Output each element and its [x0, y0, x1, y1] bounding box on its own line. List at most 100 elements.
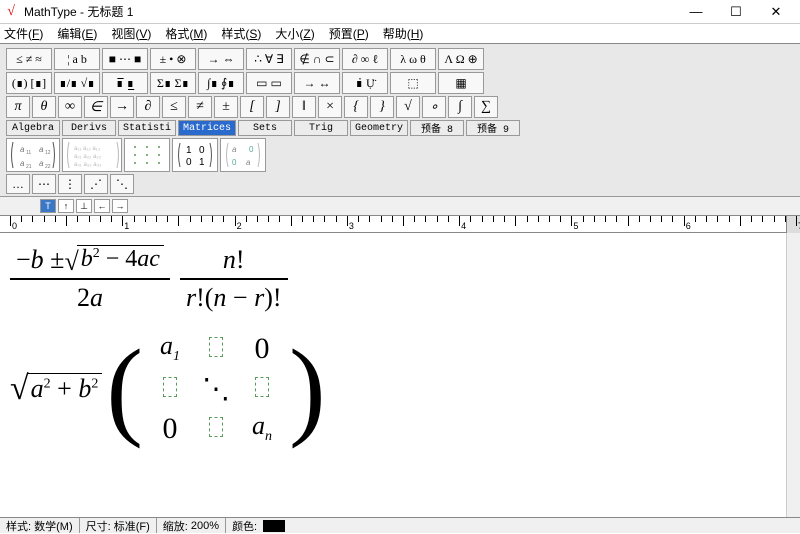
menu-h[interactable]: 帮助(H)	[383, 25, 424, 42]
menu-s[interactable]: 样式(S)	[221, 25, 261, 42]
svg-text:a: a	[20, 145, 25, 154]
row1-btn-6[interactable]: ∉ ∩ ⊂	[294, 48, 340, 70]
minimize-button[interactable]: —	[676, 1, 716, 23]
smallbar-btn-1[interactable]: θ	[32, 96, 56, 118]
row2-btn-9[interactable]: ▦	[438, 72, 484, 94]
alignment-toolbar: T ↑ ⊥ ← →	[0, 197, 800, 215]
smallbar-btn-9[interactable]: [	[240, 96, 264, 118]
smallbar-btn-13[interactable]: {	[344, 96, 368, 118]
tab-derivs[interactable]: Derivs	[62, 120, 116, 136]
row2-btn-3[interactable]: Σ∎ Σ∎	[150, 72, 196, 94]
ruler-label: 0	[12, 221, 17, 231]
binomial-formula[interactable]: n! r!(n − r)!	[180, 245, 288, 313]
matrix-placeholder-icon[interactable]	[163, 377, 177, 397]
row2-btn-6[interactable]: → ↔	[294, 72, 340, 94]
app-name: MathType	[24, 5, 77, 19]
menu-f[interactable]: 文件(F)	[4, 25, 43, 42]
align-tool-5[interactable]: →	[112, 199, 128, 213]
svg-text:a: a	[39, 145, 44, 154]
tab-matrices[interactable]: Matrices	[178, 120, 236, 136]
smallbar-btn-7[interactable]: ≠	[188, 96, 212, 118]
smallbar-btn-15[interactable]: √	[396, 96, 420, 118]
smallbar-btn-0[interactable]: π	[6, 96, 30, 118]
menu-v[interactable]: 视图(V)	[111, 25, 151, 42]
svg-text:0: 0	[199, 145, 205, 156]
matrix-template-2[interactable]: a₁₁ a₁₂ a₁₃a₂₁ a₂₂ a₂₃a₃₁ a₃₂ a₃₃	[62, 138, 122, 172]
align-tool-2[interactable]: ↑	[58, 199, 74, 213]
smallbar-btn-10[interactable]: ]	[266, 96, 290, 118]
smallbar-btn-12[interactable]: ×	[318, 96, 342, 118]
svg-text:0: 0	[232, 158, 237, 167]
svg-text:a₃₁ a₃₂ a₃₃: a₃₁ a₃₂ a₃₃	[74, 162, 102, 168]
row2-btn-2[interactable]: ∎̅ ∎̲	[102, 72, 148, 94]
row2-btn-1[interactable]: ∎/∎ √∎	[54, 72, 100, 94]
row1-btn-0[interactable]: ≤ ≠ ≈	[6, 48, 52, 70]
editor-area[interactable]: −b ± √b2 − 4ac 2a n! r!(n − r)! √a2 + b2…	[0, 233, 800, 521]
row1-btn-5[interactable]: ∴ ∀ ∃	[246, 48, 292, 70]
tab-trig[interactable]: Trig	[294, 120, 348, 136]
row2-btn-0[interactable]: (∎) [∎]	[6, 72, 52, 94]
smallbar-btn-14[interactable]: }	[370, 96, 394, 118]
svg-text:11: 11	[26, 150, 31, 156]
svg-text:12: 12	[45, 150, 51, 156]
row1-btn-7[interactable]: ∂ ∞ ℓ	[342, 48, 388, 70]
row1-btn-4[interactable]: → ⇔	[198, 48, 244, 70]
row2-btn-8[interactable]: ⬚	[390, 72, 436, 94]
tab-预备 8[interactable]: 预备 8	[410, 120, 464, 136]
align-tool-1[interactable]: T	[40, 199, 56, 213]
dots-btn-1[interactable]: ⋯	[32, 174, 56, 194]
tab-statisti[interactable]: Statisti	[118, 120, 176, 136]
row1-btn-9[interactable]: Λ Ω ⊕	[438, 48, 484, 70]
matrix-placeholder-icon[interactable]	[209, 337, 223, 357]
row1-btn-1[interactable]: ¦ a b	[54, 48, 100, 70]
align-tool-3[interactable]: ⊥	[76, 199, 92, 213]
matrix-placeholder-icon[interactable]	[209, 417, 223, 437]
status-bar: 样式: 数学(M) 尺寸: 标准(F) 缩放: 200% 颜色:	[0, 517, 800, 533]
vertical-scrollbar[interactable]	[786, 233, 800, 521]
menu-e[interactable]: 编辑(E)	[57, 25, 97, 42]
row1-btn-8[interactable]: λ ω θ	[390, 48, 436, 70]
smallbar-btn-16[interactable]: ∘	[422, 96, 446, 118]
dots-btn-2[interactable]: ⋮	[58, 174, 82, 194]
smallbar-btn-11[interactable]: ‖	[292, 96, 316, 118]
matrix-template-1[interactable]: a11a12a21a22	[6, 138, 60, 172]
ruler-label: 5	[573, 221, 578, 231]
formula-line-2[interactable]: √a2 + b2 ( a1 0 ⋱ 0 an )	[10, 329, 790, 449]
matrix-placeholder-icon[interactable]	[255, 377, 269, 397]
smallbar-btn-8[interactable]: ±	[214, 96, 238, 118]
smallbar-btn-17[interactable]: ∫	[448, 96, 472, 118]
svg-text:1: 1	[199, 157, 205, 168]
quadratic-formula[interactable]: −b ± √b2 − 4ac 2a	[10, 245, 170, 313]
tab-geometry[interactable]: Geometry	[350, 120, 408, 136]
smallbar-btn-5[interactable]: ∂	[136, 96, 160, 118]
smallbar-btn-6[interactable]: ≤	[162, 96, 186, 118]
align-tool-4[interactable]: ←	[94, 199, 110, 213]
row1-btn-3[interactable]: ± • ⊗	[150, 48, 196, 70]
row1-btn-2[interactable]: ■ ⋯ ■	[102, 48, 148, 70]
smallbar-btn-3[interactable]: ∈	[84, 96, 108, 118]
matrix-template-3[interactable]	[124, 138, 170, 172]
maximize-button[interactable]: ☐	[716, 1, 756, 23]
dots-btn-0[interactable]: …	[6, 174, 30, 194]
dots-buttons: …⋯⋮⋰⋱	[6, 174, 794, 194]
row2-btn-7[interactable]: ∎̇ Ụ̈	[342, 72, 388, 94]
matrix-template-4[interactable]: 1001	[172, 138, 218, 172]
menu-m[interactable]: 格式(M)	[165, 25, 207, 42]
close-button[interactable]: ✕	[756, 1, 796, 23]
dots-btn-3[interactable]: ⋰	[84, 174, 108, 194]
svg-text:0: 0	[186, 157, 192, 168]
smallbar-btn-18[interactable]: ∑	[474, 96, 498, 118]
smallbar-btn-4[interactable]: →	[110, 96, 134, 118]
tab-预备 9[interactable]: 预备 9	[466, 120, 520, 136]
menu-p[interactable]: 预置(P)	[329, 25, 369, 42]
row2-btn-4[interactable]: ∫∎ ∮∎	[198, 72, 244, 94]
ruler-label: 6	[686, 221, 691, 231]
tab-sets[interactable]: Sets	[238, 120, 292, 136]
matrix-template-5[interactable]: a00a	[220, 138, 266, 172]
color-swatch[interactable]	[263, 520, 285, 532]
row2-btn-5[interactable]: ▭ ▭	[246, 72, 292, 94]
tab-algebra[interactable]: Algebra	[6, 120, 60, 136]
menu-z[interactable]: 大小(Z)	[275, 25, 314, 42]
smallbar-btn-2[interactable]: ∞	[58, 96, 82, 118]
dots-btn-4[interactable]: ⋱	[110, 174, 134, 194]
